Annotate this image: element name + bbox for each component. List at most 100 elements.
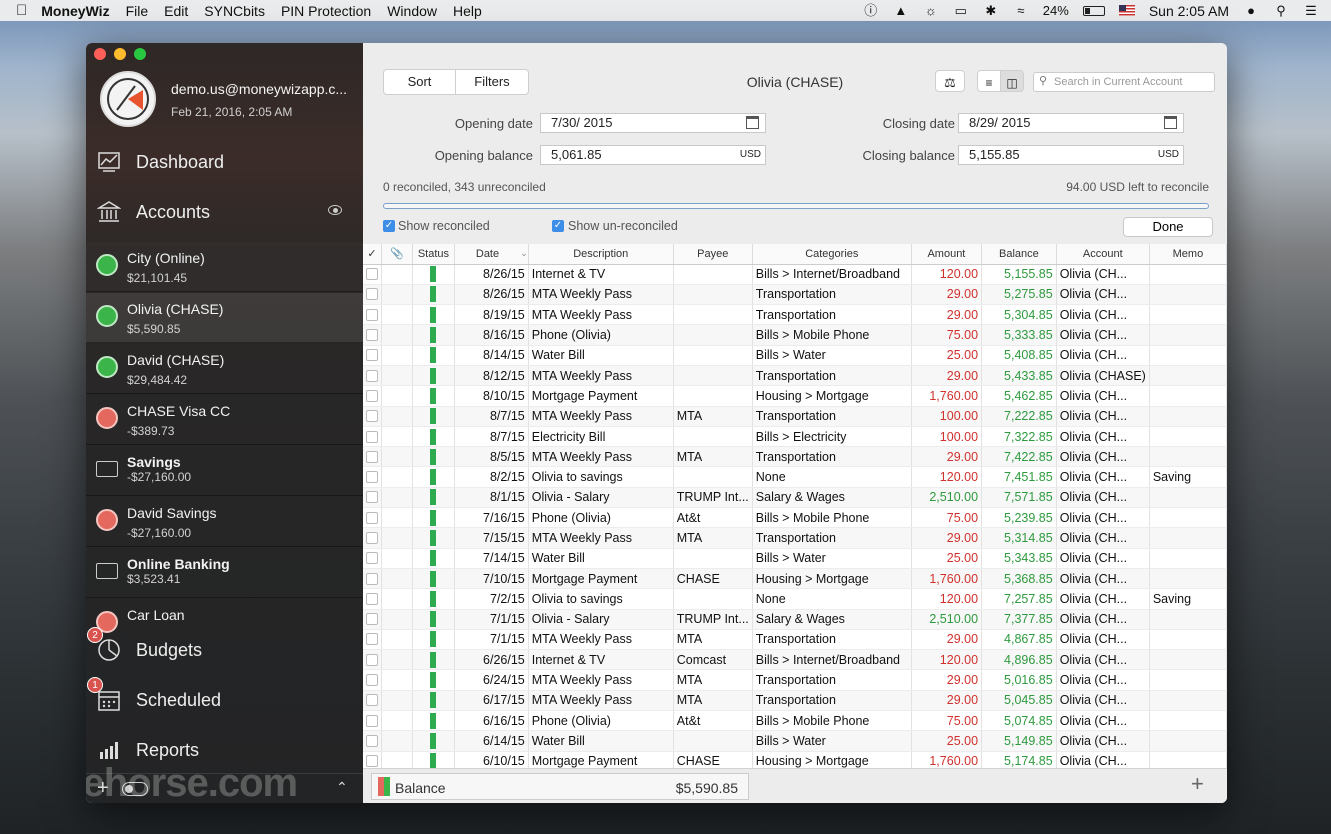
spotlight-search-icon[interactable]: ⚲	[1273, 3, 1289, 18]
wifi-icon[interactable]: ≈	[1013, 3, 1029, 18]
opening-date-field[interactable]: 7/30/ 2015	[540, 113, 766, 133]
table-row[interactable]: 6/17/15 MTA Weekly Pass MTA Transportation 2…	[363, 690, 1227, 712]
table-row[interactable]: 7/14/15 Water Bill Bills > Water 25.00 5,343…	[363, 548, 1227, 569]
creative-cloud-icon[interactable]: ☼	[923, 3, 939, 18]
menu-syncbits[interactable]: SYNCbits	[196, 3, 273, 19]
search-input[interactable]: Search in Current Account	[1033, 72, 1215, 92]
col-header-date[interactable]: Date ⌄	[454, 244, 529, 265]
account-item[interactable]: CHASE Visa CC -$389.73	[86, 395, 363, 445]
reconcile-checkbox[interactable]	[363, 568, 382, 590]
table-row[interactable]: 8/16/15 Phone (Olivia) Bills > Mobile Phon…	[363, 324, 1227, 346]
closing-date-field[interactable]: 8/29/ 2015	[958, 113, 1184, 133]
table-row[interactable]: 6/14/15 Water Bill Bills > Water 25.00 5,149…	[363, 730, 1227, 752]
reconcile-checkbox[interactable]	[363, 751, 382, 768]
reconcile-checkbox[interactable]	[363, 324, 382, 346]
done-button[interactable]: Done	[1123, 217, 1213, 237]
col-header-account[interactable]: Account	[1056, 244, 1150, 265]
nav-budgets[interactable]: 2 Budgets	[86, 627, 363, 670]
reconcile-checkbox[interactable]	[363, 345, 382, 366]
account-item-selected[interactable]: Olivia (CHASE) $5,590.85	[86, 293, 363, 343]
bluetooth-icon[interactable]: ✱	[983, 3, 999, 18]
account-item[interactable]: Car Loan	[86, 599, 363, 633]
table-row[interactable]: 6/24/15 MTA Weekly Pass MTA Transportation 2…	[363, 669, 1227, 691]
profile-email[interactable]: demo.us@moneywizapp.c...	[171, 81, 347, 97]
reconcile-checkbox[interactable]	[363, 669, 382, 691]
show-unreconciled-checkbox[interactable]: ✓	[552, 220, 564, 232]
reconcile-checkbox[interactable]	[363, 487, 382, 509]
nav-scheduled[interactable]: 1 Scheduled	[86, 677, 363, 720]
attachment-icon[interactable]: 📎	[381, 244, 413, 265]
minimize-window-button[interactable]	[114, 48, 126, 60]
menu-window[interactable]: Window	[379, 3, 445, 19]
column-view-icon[interactable]: ◫	[1000, 70, 1024, 92]
table-row[interactable]: 8/1/15 Olivia - Salary TRUMP Int... Salary …	[363, 487, 1227, 509]
table-row[interactable]: 6/26/15 Internet & TV Comcast Bills > Inter…	[363, 649, 1227, 671]
reconcile-checkbox[interactable]	[363, 629, 382, 651]
reconcile-checkbox[interactable]	[363, 690, 382, 712]
table-row[interactable]: 7/2/15 Olivia to savings None 120.00 7,257.8…	[363, 588, 1227, 610]
battery-icon[interactable]	[1082, 5, 1105, 16]
table-row[interactable]: 8/12/15 MTA Weekly Pass Transportation 29.0…	[363, 365, 1227, 387]
add-transaction-button[interactable]: +	[1191, 771, 1204, 797]
reconcile-checkbox[interactable]	[363, 588, 382, 610]
account-item[interactable]: David Savings -$27,160.00	[86, 497, 363, 547]
reconcile-checkbox[interactable]	[363, 304, 382, 326]
airplay-icon[interactable]: ▭	[953, 3, 969, 18]
show-reconciled-checkbox[interactable]: ✓	[383, 220, 395, 232]
visibility-eye-icon[interactable]	[328, 205, 342, 215]
reconcile-checkbox[interactable]	[363, 365, 382, 387]
reconcile-checkbox[interactable]	[363, 284, 382, 306]
table-row[interactable]: 7/10/15 Mortgage Payment CHASE Housing > Mo…	[363, 568, 1227, 590]
table-row[interactable]: 8/26/15 Internet & TV Bills > Internet/Bro…	[363, 264, 1227, 285]
reconcile-checkbox[interactable]	[363, 710, 382, 732]
col-header-balance[interactable]: Balance	[981, 244, 1057, 265]
reconcile-checkbox[interactable]	[363, 507, 382, 529]
menu-file[interactable]: File	[118, 3, 157, 19]
reconcile-checkbox[interactable]	[363, 609, 382, 630]
close-window-button[interactable]	[94, 48, 106, 60]
col-header-description[interactable]: Description	[528, 244, 674, 265]
opening-balance-field[interactable]: 5,061.85 USD	[540, 145, 766, 165]
menu-edit[interactable]: Edit	[156, 3, 196, 19]
list-view-icon[interactable]: ≡	[977, 70, 1001, 92]
col-header-payee[interactable]: Payee	[673, 244, 753, 265]
reconcile-checkbox[interactable]	[363, 730, 382, 752]
clock[interactable]: Sun 2:05 AM	[1149, 3, 1229, 19]
calendar-icon[interactable]	[1164, 116, 1177, 129]
collapse-chevron-icon[interactable]: ⌃	[336, 779, 348, 796]
closing-balance-field[interactable]: 5,155.85 USD	[958, 145, 1184, 165]
table-row[interactable]: 8/10/15 Mortgage Payment Housing > Mortgag…	[363, 385, 1227, 407]
reconcile-checkbox[interactable]	[363, 548, 382, 569]
table-row[interactable]: 8/7/15 MTA Weekly Pass MTA Transportation 10…	[363, 406, 1227, 427]
account-group-item[interactable]: Online Banking $3,523.41	[86, 548, 363, 598]
reconcile-checkbox[interactable]	[363, 649, 382, 671]
col-header-check[interactable]: ✓	[363, 244, 382, 265]
nav-dashboard[interactable]: Dashboard	[86, 142, 363, 182]
table-row[interactable]: 7/1/15 MTA Weekly Pass MTA Transportation 29…	[363, 629, 1227, 651]
account-item[interactable]: David (CHASE) $29,484.42	[86, 344, 363, 394]
reconcile-checkbox[interactable]	[363, 466, 382, 488]
account-group-item[interactable]: Savings -$27,160.00	[86, 446, 363, 496]
col-header-categories[interactable]: Categories	[752, 244, 912, 265]
flag-icon[interactable]	[1118, 5, 1135, 16]
balance-summary[interactable]: Balance $5,590.85	[371, 773, 749, 800]
menu-help[interactable]: Help	[445, 3, 490, 19]
reconcile-checkbox[interactable]	[363, 446, 382, 468]
reconcile-scale-icon[interactable]: ⚖	[935, 70, 965, 92]
calendar-icon[interactable]	[746, 116, 759, 129]
table-row[interactable]: 7/1/15 Olivia - Salary TRUMP Int... Salary …	[363, 609, 1227, 630]
reconcile-checkbox[interactable]	[363, 385, 382, 407]
table-row[interactable]: 8/2/15 Olivia to savings None 120.00 7,451.8…	[363, 466, 1227, 488]
table-row[interactable]: 6/16/15 Phone (Olivia) At&t Bills > Mobile …	[363, 710, 1227, 732]
reconcile-checkbox[interactable]	[363, 264, 382, 285]
user-icon[interactable]: ●	[1243, 3, 1259, 18]
reconcile-checkbox[interactable]	[363, 426, 382, 448]
table-row[interactable]: 7/16/15 Phone (Olivia) At&t Bills > Mobile …	[363, 507, 1227, 529]
apple-icon[interactable]: 	[0, 2, 39, 19]
reconcile-checkbox[interactable]	[363, 406, 382, 427]
nav-accounts[interactable]: Accounts	[86, 192, 363, 232]
table-row[interactable]: 8/5/15 MTA Weekly Pass MTA Transportation 29…	[363, 446, 1227, 468]
table-row[interactable]: 8/26/15 MTA Weekly Pass Transportation 29.0…	[363, 284, 1227, 306]
info-status-icon[interactable]: ⓘ	[863, 3, 879, 18]
table-row[interactable]: 8/7/15 Electricity Bill Bills > Electricit…	[363, 426, 1227, 448]
